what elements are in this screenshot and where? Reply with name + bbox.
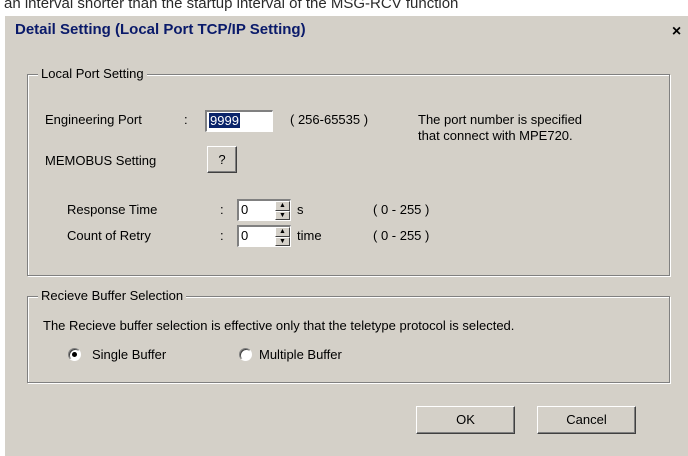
retry-count-colon: :: [220, 228, 224, 243]
response-time-label: Response Time: [67, 202, 158, 217]
response-time-value: 0: [241, 202, 249, 217]
response-time-up-icon[interactable]: ▲: [275, 201, 290, 211]
engineering-port-range: ( 256-65535 ): [290, 112, 369, 127]
response-time-unit: s: [297, 202, 304, 217]
retry-count-down-icon[interactable]: ▼: [275, 236, 290, 246]
local-port-setting-legend: Local Port Setting: [38, 66, 147, 81]
engineering-port-label: Engineering Port: [45, 112, 142, 127]
multiple-buffer-label[interactable]: Multiple Buffer: [259, 347, 342, 362]
multiple-buffer-radio[interactable]: [239, 348, 252, 361]
response-time-spinner[interactable]: ▲ ▼: [275, 201, 290, 220]
retry-count-range: ( 0 - 255 ): [373, 228, 430, 243]
retry-count-value: 0: [241, 228, 249, 243]
retry-count-up-icon[interactable]: ▲: [275, 227, 290, 237]
retry-count-label: Count of Retry: [67, 228, 151, 243]
port-description-line2: that connect with MPE720.: [418, 128, 573, 143]
receive-buffer-group: Recieve Buffer Selection: [27, 288, 670, 383]
close-button[interactable]: ×: [668, 23, 685, 40]
single-buffer-selected-dot: [72, 352, 77, 357]
memobus-setting-label: MEMOBUS Setting: [45, 153, 157, 168]
engineering-port-value: 9999: [209, 113, 240, 128]
single-buffer-label[interactable]: Single Buffer: [92, 347, 166, 362]
local-port-setting-group: Local Port Setting: [27, 66, 670, 276]
engineering-port-colon: :: [184, 112, 188, 127]
retry-count-spinner[interactable]: ▲ ▼: [275, 227, 290, 246]
dialog-title: Detail Setting (Local Port TCP/IP Settin…: [15, 21, 306, 38]
ok-button[interactable]: OK: [416, 406, 515, 434]
memobus-setting-button[interactable]: ?: [207, 146, 237, 173]
port-description-line1: The port number is specified: [418, 112, 583, 127]
response-time-colon: :: [220, 202, 224, 217]
background-document-text: an interval shorter than the startup int…: [4, 0, 459, 12]
response-time-range: ( 0 - 255 ): [373, 202, 430, 217]
response-time-down-icon[interactable]: ▼: [275, 210, 290, 220]
receive-buffer-note: The Recieve buffer selection is effectiv…: [43, 318, 515, 333]
engineering-port-input[interactable]: 9999: [205, 110, 273, 132]
single-buffer-radio[interactable]: [68, 348, 81, 361]
title-bar[interactable]: Detail Setting (Local Port TCP/IP Settin…: [5, 16, 688, 46]
receive-buffer-legend: Recieve Buffer Selection: [38, 288, 187, 303]
detail-setting-dialog: Detail Setting (Local Port TCP/IP Settin…: [4, 15, 688, 456]
retry-count-unit: time: [297, 228, 322, 243]
cancel-button[interactable]: Cancel: [537, 406, 636, 434]
